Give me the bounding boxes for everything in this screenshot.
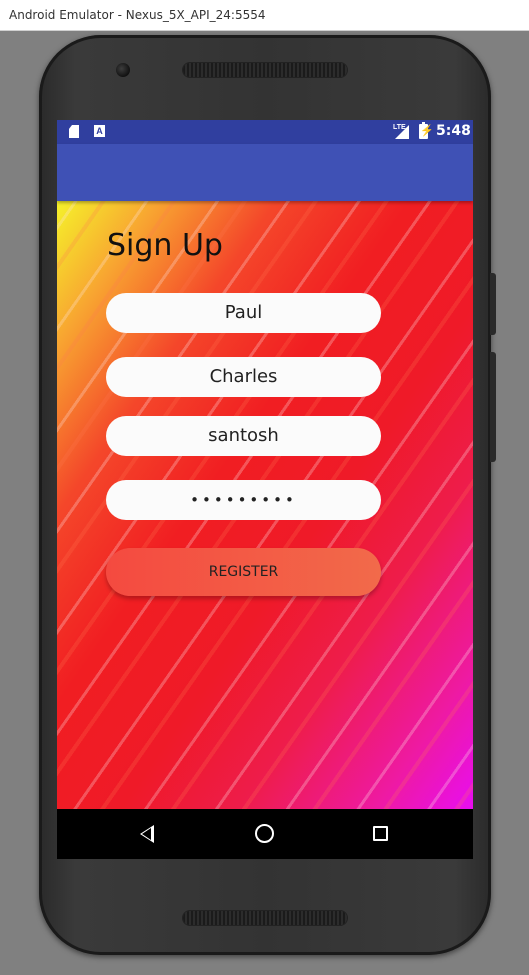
recents-icon[interactable] bbox=[373, 826, 388, 841]
status-bar: A LTE ⚡ 5:48 bbox=[57, 120, 473, 144]
username-field[interactable]: santosh bbox=[106, 416, 381, 456]
navigation-bar bbox=[57, 809, 473, 859]
network-type-label: LTE bbox=[393, 124, 406, 131]
battery-charging-icon: ⚡ bbox=[419, 122, 434, 139]
password-field[interactable]: ••••••••• bbox=[106, 480, 381, 520]
bottom-speaker-grille bbox=[183, 911, 347, 925]
back-icon[interactable] bbox=[140, 825, 154, 843]
front-camera-icon bbox=[116, 63, 130, 77]
first-name-field[interactable]: Paul bbox=[106, 293, 381, 333]
page-title: Sign Up bbox=[107, 228, 223, 263]
volume-rocker[interactable] bbox=[490, 352, 496, 462]
device-screen: A LTE ⚡ 5:48 Sign Up Paul Charles santos… bbox=[57, 120, 473, 859]
home-icon[interactable] bbox=[255, 824, 274, 843]
status-time: 5:48 bbox=[436, 123, 471, 139]
register-button[interactable]: REGISTER bbox=[106, 548, 381, 596]
emulator-title-bar: Android Emulator - Nexus_5X_API_24:5554 bbox=[0, 0, 529, 31]
signup-screen: Sign Up Paul Charles santosh ••••••••• R… bbox=[57, 201, 473, 809]
last-name-field[interactable]: Charles bbox=[106, 357, 381, 397]
app-bar bbox=[57, 144, 473, 201]
power-button[interactable] bbox=[490, 273, 496, 335]
sd-card-icon bbox=[69, 125, 79, 138]
top-speaker-grille bbox=[183, 63, 347, 77]
window-title: Android Emulator - Nexus_5X_API_24:5554 bbox=[9, 8, 266, 22]
a-notification-icon: A bbox=[94, 125, 105, 137]
